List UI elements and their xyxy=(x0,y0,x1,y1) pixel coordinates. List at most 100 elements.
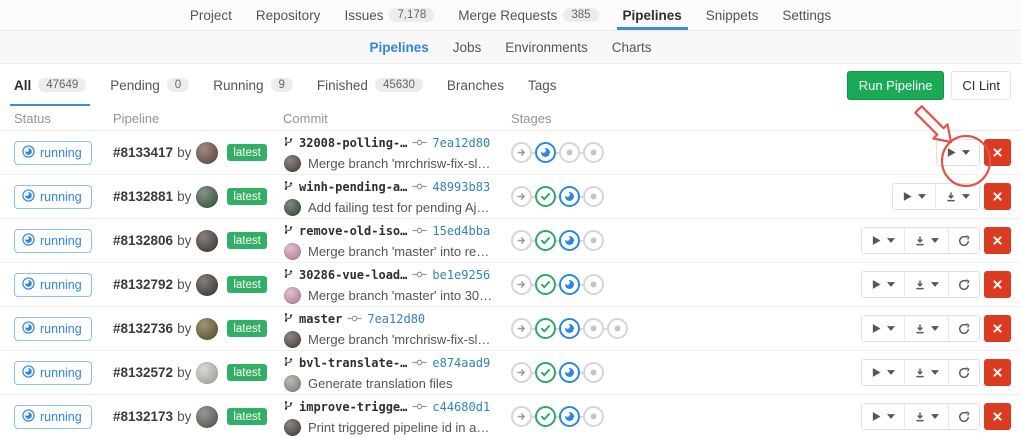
subnav-item-environments[interactable]: Environments xyxy=(493,40,600,55)
retry-button[interactable] xyxy=(948,316,979,341)
pipeline-id-link[interactable]: #8132173 xyxy=(113,409,173,424)
branch-link[interactable]: remove-old-iso… xyxy=(299,224,407,238)
commit-hash-link[interactable]: be1e9256 xyxy=(432,268,490,282)
commit-author-avatar[interactable] xyxy=(284,419,301,436)
stage-success-icon[interactable] xyxy=(535,186,556,207)
stage-success-icon[interactable] xyxy=(535,274,556,295)
status-badge[interactable]: running xyxy=(14,361,92,385)
commit-hash-link[interactable]: e874aad9 xyxy=(432,356,490,370)
commit-author-avatar[interactable] xyxy=(284,375,301,392)
play-button[interactable] xyxy=(862,228,904,253)
run-pipeline-button[interactable]: Run Pipeline xyxy=(847,71,945,100)
stage-success-icon[interactable] xyxy=(535,318,556,339)
stage-success-icon[interactable] xyxy=(535,230,556,251)
branch-link[interactable]: winh-pending-a… xyxy=(299,180,407,194)
status-badge[interactable]: running xyxy=(14,229,92,253)
branch-link[interactable]: 30286-vue-load… xyxy=(299,268,407,282)
stage-created-icon[interactable] xyxy=(607,318,628,339)
cancel-pipeline-button[interactable] xyxy=(984,315,1011,342)
stage-created-icon[interactable] xyxy=(583,186,604,207)
retry-button[interactable] xyxy=(948,360,979,385)
status-badge[interactable]: running xyxy=(14,317,92,341)
user-avatar[interactable] xyxy=(196,230,218,252)
commit-hash-link[interactable]: 15ed4bba xyxy=(432,224,490,238)
download-button[interactable] xyxy=(904,404,948,429)
status-badge[interactable]: running xyxy=(14,273,92,297)
stage-success-icon[interactable] xyxy=(535,362,556,383)
commit-message-link[interactable]: Merge branch 'master' into 30… xyxy=(308,288,492,303)
pipeline-id-link[interactable]: #8132881 xyxy=(113,189,173,204)
play-button[interactable] xyxy=(862,272,904,297)
download-button[interactable] xyxy=(904,360,948,385)
stage-success-icon[interactable] xyxy=(535,406,556,427)
stage-created-icon[interactable] xyxy=(583,142,604,163)
subnav-item-charts[interactable]: Charts xyxy=(600,40,664,55)
topnav-item-snippets[interactable]: Snippets xyxy=(694,0,771,30)
filter-tab-all[interactable]: All47649 xyxy=(2,64,98,106)
stage-skipped-icon[interactable] xyxy=(511,362,532,383)
commit-hash-link[interactable]: 48993b83 xyxy=(432,180,490,194)
stage-skipped-icon[interactable] xyxy=(511,230,532,251)
topnav-item-issues[interactable]: Issues7,178 xyxy=(332,0,446,30)
stage-running-icon[interactable] xyxy=(559,406,580,427)
topnav-item-settings[interactable]: Settings xyxy=(770,0,843,30)
commit-message-link[interactable]: Print triggered pipeline id in a… xyxy=(308,420,489,435)
commit-message-link[interactable]: Merge branch 'mrchrisw-fix-sl… xyxy=(308,332,490,347)
retry-button[interactable] xyxy=(948,404,979,429)
user-avatar[interactable] xyxy=(196,186,218,208)
cancel-pipeline-button[interactable] xyxy=(984,227,1011,254)
user-avatar[interactable] xyxy=(196,406,218,428)
pipeline-id-link[interactable]: #8132572 xyxy=(113,365,173,380)
stage-skipped-icon[interactable] xyxy=(511,274,532,295)
topnav-item-project[interactable]: Project xyxy=(178,0,244,30)
download-button[interactable] xyxy=(904,228,948,253)
pipeline-id-link[interactable]: #8132736 xyxy=(113,321,173,336)
status-badge[interactable]: running xyxy=(14,405,92,429)
filter-tab-finished[interactable]: Finished45630 xyxy=(305,64,435,106)
commit-message-link[interactable]: Merge branch 'master' into re… xyxy=(308,244,489,259)
user-avatar[interactable] xyxy=(196,274,218,296)
stage-created-icon[interactable] xyxy=(583,406,604,427)
play-button[interactable] xyxy=(862,360,904,385)
commit-hash-link[interactable]: c44680d1 xyxy=(432,400,490,414)
branch-link[interactable]: improve-trigge… xyxy=(299,400,407,414)
pipeline-id-link[interactable]: #8133417 xyxy=(113,145,173,160)
user-avatar[interactable] xyxy=(196,362,218,384)
play-button[interactable] xyxy=(893,184,935,209)
stage-running-icon[interactable] xyxy=(559,230,580,251)
stage-running-icon[interactable] xyxy=(559,362,580,383)
topnav-item-merge-requests[interactable]: Merge Requests385 xyxy=(446,0,610,30)
commit-author-avatar[interactable] xyxy=(284,287,301,304)
stage-running-icon[interactable] xyxy=(535,142,556,163)
ci-lint-button[interactable]: CI Lint xyxy=(951,71,1011,100)
commit-author-avatar[interactable] xyxy=(284,331,301,348)
stage-skipped-icon[interactable] xyxy=(511,318,532,339)
pipeline-id-link[interactable]: #8132806 xyxy=(113,233,173,248)
filter-tab-branches[interactable]: Branches xyxy=(435,64,516,106)
stage-running-icon[interactable] xyxy=(559,318,580,339)
stage-skipped-icon[interactable] xyxy=(511,186,532,207)
stage-created-icon[interactable] xyxy=(583,230,604,251)
branch-link[interactable]: bvl-translate-… xyxy=(299,356,407,370)
user-avatar[interactable] xyxy=(196,318,218,340)
download-button[interactable] xyxy=(935,184,979,209)
status-badge[interactable]: running xyxy=(14,185,92,209)
status-badge[interactable]: running xyxy=(14,141,92,165)
topnav-item-pipelines[interactable]: Pipelines xyxy=(611,0,694,30)
topnav-item-repository[interactable]: Repository xyxy=(244,0,333,30)
branch-link[interactable]: master xyxy=(299,312,342,326)
stage-skipped-icon[interactable] xyxy=(511,142,532,163)
cancel-pipeline-button[interactable] xyxy=(984,359,1011,386)
subnav-item-pipelines[interactable]: Pipelines xyxy=(357,40,440,55)
stage-skipped-icon[interactable] xyxy=(511,406,532,427)
cancel-pipeline-button[interactable] xyxy=(984,403,1011,430)
stage-created-icon[interactable] xyxy=(583,318,604,339)
download-button[interactable] xyxy=(904,316,948,341)
commit-hash-link[interactable]: 7ea12d80 xyxy=(367,312,425,326)
play-button[interactable] xyxy=(937,140,979,165)
retry-button[interactable] xyxy=(948,228,979,253)
stage-running-icon[interactable] xyxy=(559,274,580,295)
commit-message-link[interactable]: Merge branch 'mrchrisw-fix-sl… xyxy=(308,156,490,171)
commit-author-avatar[interactable] xyxy=(284,155,301,172)
branch-link[interactable]: 32008-polling-… xyxy=(299,136,407,150)
